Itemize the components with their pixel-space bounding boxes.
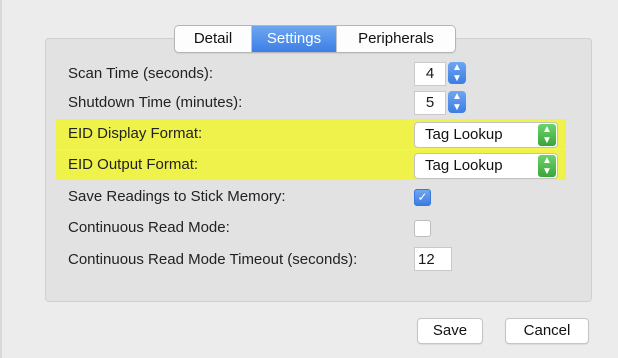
- scan-time-stepper[interactable]: 4 ▲ ▼: [414, 62, 468, 86]
- shutdown-time-value[interactable]: 5: [414, 91, 446, 115]
- continuous-timeout-field[interactable]: 12: [414, 247, 452, 271]
- save-readings-label: Save Readings to Stick Memory:: [68, 188, 286, 205]
- eid-display-row: EID Display Format: Tag Lookup ▲ ▼: [0, 119, 618, 149]
- eid-display-value: Tag Lookup: [425, 126, 503, 143]
- shutdown-time-row: Shutdown Time (minutes): 5 ▲ ▼: [0, 88, 618, 118]
- save-button[interactable]: Save: [417, 318, 483, 344]
- eid-display-label: EID Display Format:: [68, 125, 203, 142]
- eid-output-popup[interactable]: Tag Lookup ▲ ▼: [414, 153, 558, 179]
- checkmark-icon: ✓: [417, 190, 428, 204]
- preferences-window: Detail Settings Peripherals Scan Time (s…: [0, 0, 618, 358]
- eid-output-value: Tag Lookup: [425, 157, 503, 174]
- continuous-mode-checkbox[interactable]: [414, 220, 431, 237]
- continuous-timeout-row: Continuous Read Mode Timeout (seconds): …: [0, 245, 618, 275]
- scan-time-label: Scan Time (seconds):: [68, 65, 214, 82]
- up-down-chevron-icon: ▲ ▼: [538, 155, 556, 177]
- up-down-chevron-icon: ▲ ▼: [538, 124, 556, 146]
- tab-detail[interactable]: Detail: [175, 26, 252, 52]
- shutdown-time-stepper[interactable]: 5 ▲ ▼: [414, 91, 468, 115]
- cancel-button[interactable]: Cancel: [505, 318, 589, 344]
- up-down-chevron-icon[interactable]: ▲ ▼: [448, 62, 466, 84]
- tab-peripherals[interactable]: Peripherals: [337, 26, 455, 52]
- eid-output-row: EID Output Format: Tag Lookup ▲ ▼: [0, 150, 618, 180]
- continuous-timeout-label: Continuous Read Mode Timeout (seconds):: [68, 251, 358, 268]
- shutdown-time-label: Shutdown Time (minutes):: [68, 94, 243, 111]
- scan-time-value[interactable]: 4: [414, 62, 446, 86]
- scan-time-row: Scan Time (seconds): 4 ▲ ▼: [0, 59, 618, 89]
- up-down-chevron-icon[interactable]: ▲ ▼: [448, 91, 466, 113]
- continuous-mode-label: Continuous Read Mode:: [68, 219, 230, 236]
- continuous-mode-row: Continuous Read Mode:: [0, 213, 618, 243]
- eid-display-popup[interactable]: Tag Lookup ▲ ▼: [414, 122, 558, 148]
- tab-bar: Detail Settings Peripherals: [174, 25, 456, 53]
- tab-settings[interactable]: Settings: [252, 26, 337, 52]
- save-readings-checkbox[interactable]: ✓: [414, 189, 431, 206]
- save-readings-row: Save Readings to Stick Memory: ✓: [0, 182, 618, 212]
- eid-output-label: EID Output Format:: [68, 156, 199, 173]
